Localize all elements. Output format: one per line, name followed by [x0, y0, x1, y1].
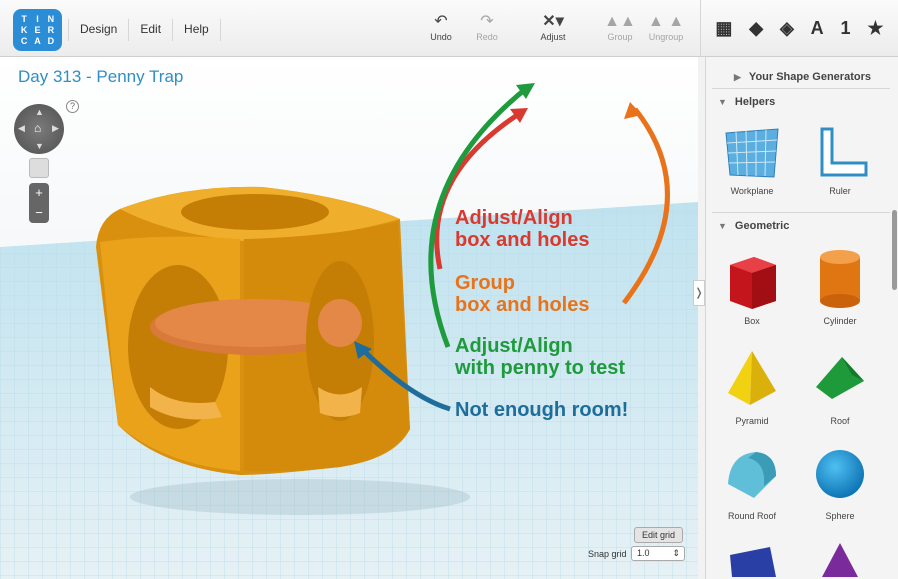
- logo-letter: T: [21, 14, 27, 24]
- penny-trap-box: [96, 186, 410, 475]
- roof-icon: [816, 357, 864, 399]
- logo-letter: I: [36, 14, 39, 24]
- number-tool[interactable]: 1: [841, 18, 851, 39]
- section-shape-generators[interactable]: ▶ Your Shape Generators: [706, 67, 892, 87]
- annotation-group: Group box and holes: [455, 272, 590, 316]
- menu-edit[interactable]: Edit: [129, 19, 174, 41]
- shape-round-roof[interactable]: Round Roof: [710, 440, 794, 521]
- logo-letter: E: [34, 25, 41, 35]
- cylinder-icon: [820, 250, 860, 308]
- caret-down-icon: ▼: [718, 97, 727, 107]
- star-icon[interactable]: ★: [867, 18, 883, 39]
- arrow-left-icon: ◀: [18, 123, 25, 133]
- edit-grid-button[interactable]: Edit grid: [634, 527, 684, 543]
- arrow-down-icon: ▼: [35, 141, 44, 151]
- prism-icon: [730, 547, 776, 577]
- tinkercad-logo[interactable]: T I N K E R C A D: [13, 9, 62, 51]
- shape-box[interactable]: Box: [710, 245, 794, 326]
- ungroup-icon: ▲ ▲: [647, 13, 685, 30]
- adjust-button[interactable]: ✕▾ Adjust: [530, 12, 576, 42]
- top-toolbar: T I N K E R C A D Design Edit Help ↶ Und…: [0, 0, 898, 57]
- workplane-icon: [725, 128, 779, 178]
- solid-cube-icon[interactable]: ◆: [749, 18, 763, 39]
- shape-pyramid[interactable]: Pyramid: [710, 345, 794, 426]
- logo-letter: A: [34, 36, 41, 46]
- arrow-up-icon: ▲: [35, 107, 44, 117]
- grid-icon[interactable]: ▦: [715, 18, 732, 39]
- sphere-icon: [816, 450, 864, 498]
- shape-ruler[interactable]: Ruler: [798, 123, 882, 196]
- caret-right-icon: ▶: [734, 72, 741, 82]
- ruler-icon: [820, 127, 868, 177]
- shape-workplane[interactable]: Workplane: [710, 123, 794, 196]
- annotation-adjust-align: Adjust/Align box and holes: [455, 207, 590, 251]
- caret-down-icon: ▼: [718, 221, 727, 231]
- zoom-in-icon[interactable]: +: [29, 183, 49, 203]
- section-helpers[interactable]: ▼ Helpers: [706, 92, 892, 112]
- snap-grid-label: Snap grid: [588, 549, 627, 559]
- section-geometric[interactable]: ▼ Geometric: [706, 216, 892, 236]
- shape-sphere[interactable]: Sphere: [798, 440, 882, 521]
- logo-letter: D: [47, 36, 55, 46]
- sidebar-scrollbar[interactable]: [892, 210, 897, 290]
- redo-icon: ↷: [480, 13, 494, 30]
- pyramid-icon: [728, 351, 776, 405]
- logo-letter: N: [47, 14, 55, 24]
- shape-roof[interactable]: Roof: [798, 345, 882, 426]
- view-cube-button[interactable]: [29, 158, 49, 178]
- sidebar-collapse-button[interactable]: ❭: [693, 280, 705, 306]
- snap-grid-select[interactable]: 1.0 ⇕: [631, 546, 685, 561]
- zoom-control: + −: [29, 183, 49, 223]
- round-roof-icon: [728, 452, 776, 498]
- box-icon: [730, 257, 776, 309]
- logo-letter: R: [47, 25, 55, 35]
- undo-icon: ↶: [434, 13, 448, 30]
- adjust-icon: ✕▾: [542, 13, 564, 30]
- undo-button[interactable]: ↶ Undo: [418, 12, 464, 42]
- ungroup-button[interactable]: ▲ ▲ Ungroup: [643, 12, 689, 42]
- wire-cube-icon[interactable]: ◈: [780, 18, 794, 39]
- arrow-right-icon: ▶: [52, 123, 59, 133]
- text-tool[interactable]: A: [811, 18, 824, 39]
- menu-design[interactable]: Design: [68, 19, 130, 41]
- view-tools: ▦ ◆ ◈ A 1 ★: [700, 0, 898, 57]
- cone-icon: [822, 543, 858, 577]
- annotation-test: Adjust/Align with penny to test: [455, 335, 625, 379]
- scene-canvas: [0, 83, 698, 579]
- shape-cylinder[interactable]: Cylinder: [798, 245, 882, 326]
- group-button[interactable]: ▲▲ Group: [597, 12, 643, 42]
- group-icon: ▲▲: [604, 13, 636, 30]
- redo-button[interactable]: ↷ Redo: [464, 12, 510, 42]
- shape-partial-blue[interactable]: [710, 537, 794, 579]
- logo-letter: K: [20, 25, 28, 35]
- home-icon: ⌂: [34, 121, 42, 135]
- shape-partial-purple[interactable]: [798, 537, 882, 579]
- help-icon[interactable]: ?: [66, 100, 79, 113]
- annotation-room: Not enough room!: [455, 399, 629, 421]
- logo-letter: C: [20, 36, 28, 46]
- main-menu: Design Edit Help: [68, 19, 221, 41]
- design-title[interactable]: Day 313 - Penny Trap: [18, 67, 183, 87]
- select-caret-icon: ⇕: [672, 548, 680, 558]
- shapes-sidebar: ▶ Your Shape Generators ▼ Helpers Workplan…: [705, 57, 898, 579]
- workspace-viewport[interactable]: Day 313 - Penny Trap ? ▲ ▼ ◀ ▶ ⌂ + − Adj…: [0, 57, 698, 579]
- menu-help[interactable]: Help: [173, 19, 221, 41]
- zoom-out-icon[interactable]: −: [29, 203, 49, 223]
- view-navigation-wheel[interactable]: ▲ ▼ ◀ ▶ ⌂: [14, 104, 64, 154]
